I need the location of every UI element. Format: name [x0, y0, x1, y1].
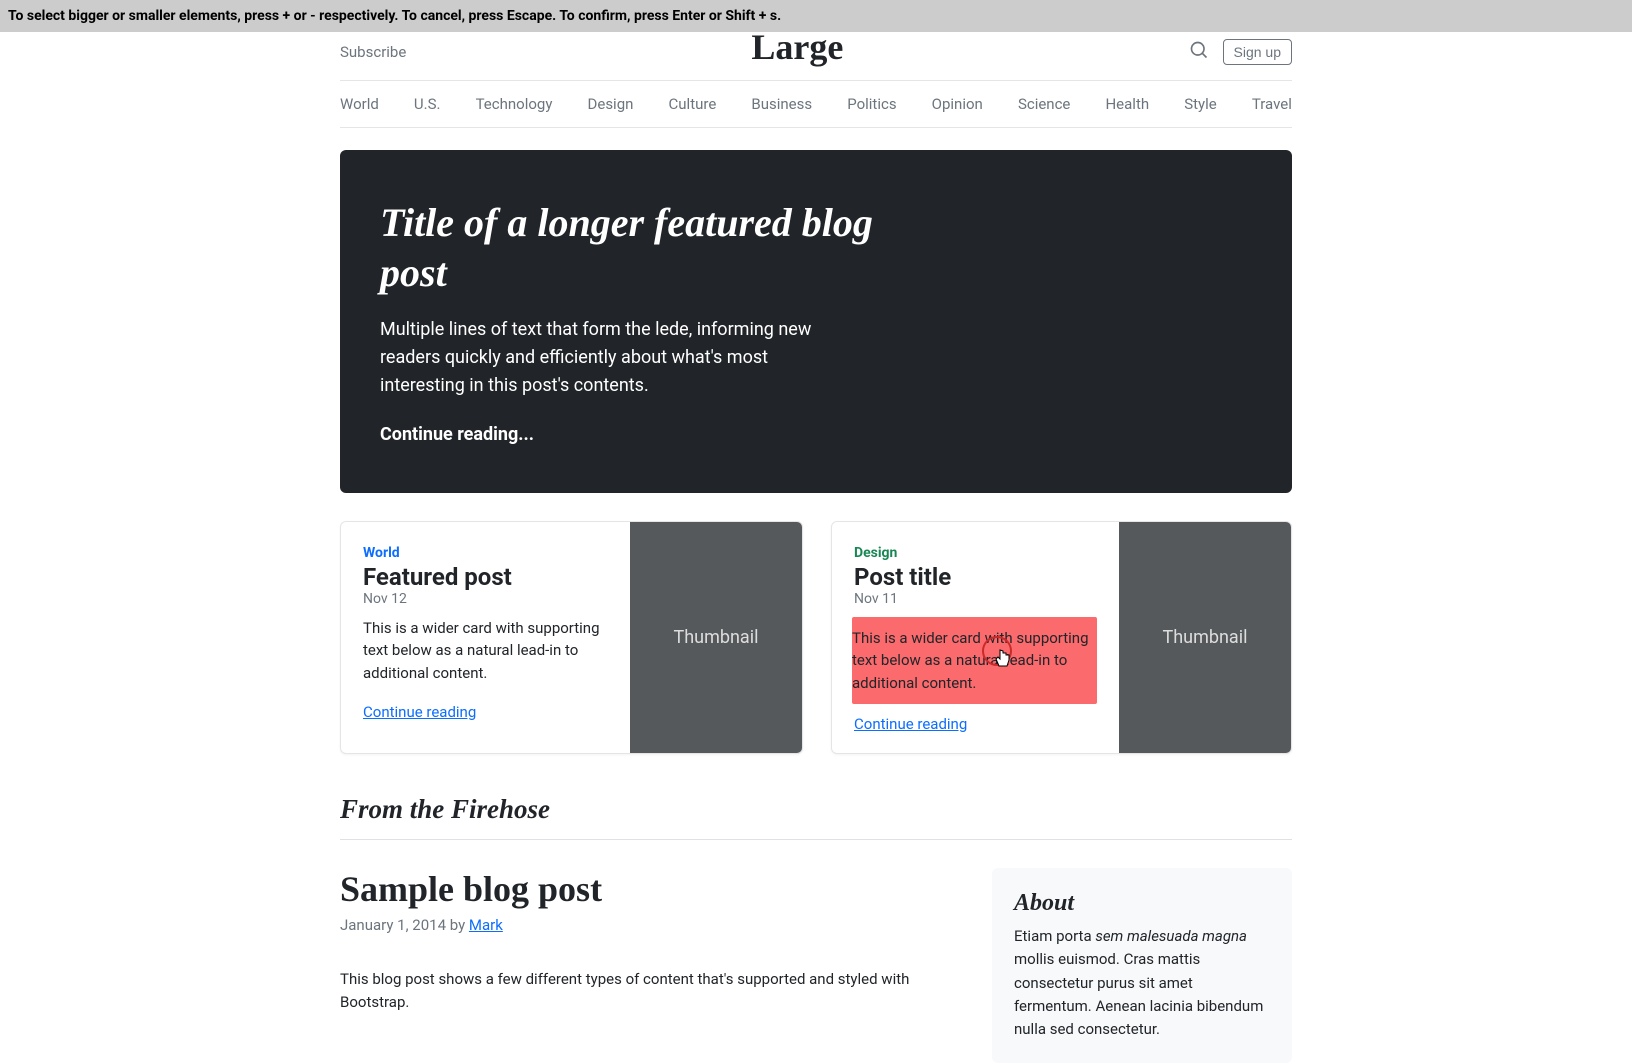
- card-title: Post title: [854, 563, 1097, 591]
- card-world: World Featured post Nov 12 This is a wid…: [340, 521, 803, 755]
- post-meta: January 1, 2014 by Mark: [340, 916, 964, 934]
- lower-section: Sample blog post January 1, 2014 by Mark…: [340, 868, 1292, 1063]
- hint-text: To select bigger or smaller elements, pr…: [8, 8, 781, 24]
- nav-travel[interactable]: Travel: [1252, 91, 1292, 117]
- card-text-selected[interactable]: This is a wider card with supporting tex…: [852, 617, 1097, 705]
- card-date: Nov 12: [363, 591, 608, 607]
- nav-technology[interactable]: Technology: [476, 91, 553, 117]
- firehose-heading: From the Firehose: [340, 794, 1292, 840]
- search-icon[interactable]: [1189, 40, 1209, 64]
- subscribe-link[interactable]: Subscribe: [340, 43, 406, 61]
- thumbnail-placeholder: Thumbnail: [630, 522, 802, 754]
- featured-jumbotron: Title of a longer featured blog post Mul…: [340, 150, 1292, 493]
- post-by: by: [446, 916, 469, 934]
- card-date: Nov 11: [854, 591, 1097, 607]
- card-continue-link[interactable]: Continue reading: [363, 703, 476, 721]
- about-text: Etiam porta sem malesuada magna mollis e…: [1014, 925, 1270, 1041]
- cards-row: World Featured post Nov 12 This is a wid…: [340, 521, 1292, 755]
- card-category: Design: [854, 545, 897, 561]
- post-body: This blog post shows a few different typ…: [340, 968, 964, 1013]
- card-category: World: [363, 545, 400, 561]
- jumbo-title: Title of a longer featured blog post: [380, 198, 900, 298]
- nav-business[interactable]: Business: [751, 91, 812, 117]
- card-title: Featured post: [363, 563, 608, 591]
- about-heading: About: [1014, 890, 1270, 917]
- top-bar: Subscribe Large Sign up: [340, 32, 1292, 80]
- nav-science[interactable]: Science: [1018, 91, 1070, 117]
- card-design: Design Post title Nov 11 This is a wider…: [831, 521, 1292, 755]
- jumbo-continue-link[interactable]: Continue reading...: [380, 424, 534, 445]
- card-continue-link[interactable]: Continue reading: [854, 715, 967, 733]
- nav-design[interactable]: Design: [588, 91, 634, 117]
- post-title: Sample blog post: [340, 868, 964, 910]
- nav-opinion[interactable]: Opinion: [932, 91, 983, 117]
- post-date: January 1, 2014: [340, 916, 446, 934]
- nav-culture[interactable]: Culture: [669, 91, 717, 117]
- thumbnail-placeholder: Thumbnail: [1119, 522, 1291, 754]
- signup-button[interactable]: Sign up: [1223, 39, 1292, 65]
- jumbo-lede: Multiple lines of text that form the led…: [380, 316, 820, 400]
- card-text: This is a wider card with supporting tex…: [363, 617, 608, 685]
- category-nav: World U.S. Technology Design Culture Bus…: [340, 80, 1292, 128]
- nav-us[interactable]: U.S.: [414, 91, 441, 117]
- nav-world[interactable]: World: [340, 91, 379, 117]
- post-author-link[interactable]: Mark: [469, 916, 503, 934]
- about-box: About Etiam porta sem malesuada magna mo…: [992, 868, 1292, 1063]
- nav-health[interactable]: Health: [1105, 91, 1149, 117]
- nav-style[interactable]: Style: [1184, 91, 1217, 117]
- nav-politics[interactable]: Politics: [847, 91, 896, 117]
- site-brand: Large: [406, 26, 1188, 68]
